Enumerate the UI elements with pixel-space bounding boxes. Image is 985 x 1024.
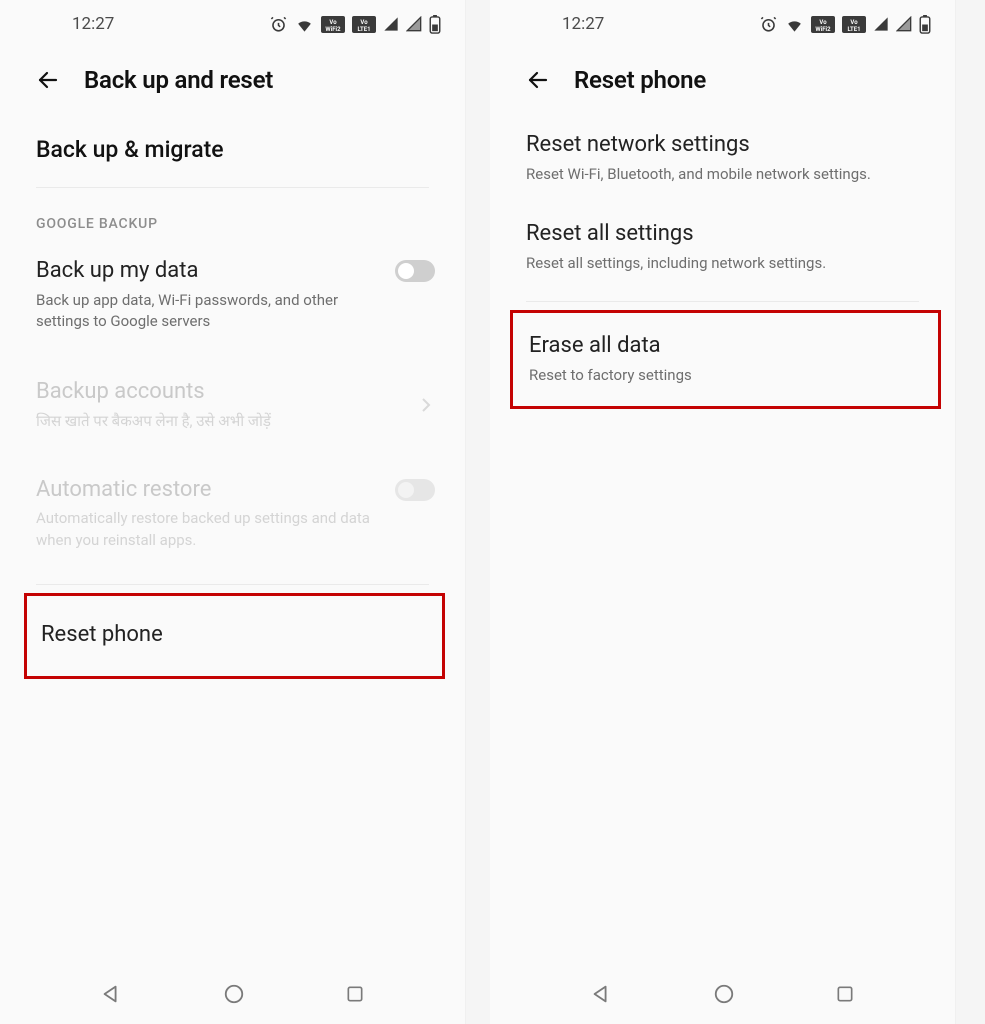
alarm-icon bbox=[269, 15, 288, 34]
svg-text:LTE1: LTE1 bbox=[357, 26, 370, 33]
nav-home-icon[interactable] bbox=[713, 983, 735, 1005]
backup-accounts-title: Backup accounts bbox=[36, 377, 429, 407]
reset-network-row[interactable]: Reset network settings Reset Wi-Fi, Blue… bbox=[490, 120, 955, 195]
settings-list: Back up & migrate GOOGLE BACKUP Back up … bbox=[0, 120, 465, 679]
backup-my-data-row[interactable]: Back up my data Back up app data, Wi-Fi … bbox=[0, 242, 465, 347]
nav-recents-icon[interactable] bbox=[835, 984, 855, 1004]
divider bbox=[36, 584, 429, 585]
status-time: 12:27 bbox=[72, 14, 114, 34]
backup-accounts-desc: जिस खाते पर बैकअप लेना है, उसे अभी जोड़े… bbox=[36, 411, 429, 433]
settings-list: Reset network settings Reset Wi-Fi, Blue… bbox=[490, 120, 955, 409]
reset-phone-highlight: Reset phone bbox=[24, 593, 445, 679]
reset-network-desc: Reset Wi-Fi, Bluetooth, and mobile netwo… bbox=[526, 164, 919, 186]
nav-recents-icon[interactable] bbox=[345, 984, 365, 1004]
signal2-icon bbox=[896, 16, 912, 32]
page-header: Reset phone bbox=[490, 48, 955, 120]
reset-network-title: Reset network settings bbox=[526, 130, 919, 160]
page-title: Back up and reset bbox=[84, 66, 273, 94]
svg-text:Vo: Vo bbox=[850, 19, 858, 26]
nav-home-icon[interactable] bbox=[223, 983, 245, 1005]
backup-my-data-title: Back up my data bbox=[36, 256, 377, 286]
back-arrow-icon[interactable] bbox=[526, 68, 550, 92]
page-title: Reset phone bbox=[574, 66, 706, 94]
reset-all-settings-desc: Reset all settings, including network se… bbox=[526, 253, 919, 275]
erase-all-data-highlight: Erase all data Reset to factory settings bbox=[510, 310, 941, 409]
volte1-icon: VoLTE1 bbox=[842, 16, 866, 33]
svg-text:WiFi2: WiFi2 bbox=[815, 26, 831, 33]
wifi-icon bbox=[295, 15, 314, 34]
automatic-restore-row: Automatic restore Automatically restore … bbox=[0, 461, 465, 566]
signal2-icon bbox=[406, 16, 422, 32]
battery-icon bbox=[429, 15, 441, 34]
automatic-restore-toggle bbox=[395, 479, 435, 501]
back-arrow-icon[interactable] bbox=[36, 68, 60, 92]
status-icons: VoWiFi2 VoLTE1 bbox=[269, 15, 441, 34]
divider bbox=[36, 187, 429, 188]
backup-my-data-toggle[interactable] bbox=[395, 260, 435, 282]
backup-my-data-desc: Back up app data, Wi-Fi passwords, and o… bbox=[36, 290, 377, 334]
status-icons: VoWiFi2 VoLTE1 bbox=[759, 15, 931, 34]
volte1-icon: VoLTE1 bbox=[352, 16, 376, 33]
status-bar: 12:27 VoWiFi2 VoLTE1 bbox=[0, 0, 465, 48]
backup-migrate-label: Back up & migrate bbox=[36, 134, 429, 165]
svg-text:WiFi2: WiFi2 bbox=[325, 26, 341, 33]
divider bbox=[526, 301, 919, 302]
vowifi2-icon: VoWiFi2 bbox=[321, 16, 345, 33]
navigation-bar bbox=[490, 964, 955, 1024]
svg-text:LTE1: LTE1 bbox=[847, 26, 860, 33]
signal1-icon bbox=[383, 16, 399, 32]
navigation-bar bbox=[0, 964, 465, 1024]
chevron-right-icon bbox=[421, 397, 431, 413]
status-time: 12:27 bbox=[562, 14, 604, 34]
erase-all-data-title: Erase all data bbox=[529, 331, 922, 361]
svg-text:Vo: Vo bbox=[329, 19, 337, 26]
svg-text:Vo: Vo bbox=[360, 19, 368, 26]
screen-reset-phone: 12:27 VoWiFi2 VoLTE1 Reset phone Reset n… bbox=[490, 0, 956, 1024]
automatic-restore-desc: Automatically restore backed up settings… bbox=[36, 508, 377, 552]
screen-backup-and-reset: 12:27 VoWiFi2 VoLTE1 Back up and reset B… bbox=[0, 0, 466, 1024]
erase-all-data-row[interactable]: Erase all data Reset to factory settings bbox=[513, 313, 938, 406]
google-backup-section-label: GOOGLE BACKUP bbox=[0, 196, 465, 242]
reset-all-settings-row[interactable]: Reset all settings Reset all settings, i… bbox=[490, 209, 955, 284]
backup-migrate-row[interactable]: Back up & migrate bbox=[0, 120, 465, 179]
status-bar: 12:27 VoWiFi2 VoLTE1 bbox=[490, 0, 955, 48]
battery-icon bbox=[919, 15, 931, 34]
reset-phone-label: Reset phone bbox=[41, 620, 428, 650]
reset-phone-row[interactable]: Reset phone bbox=[27, 596, 442, 676]
vowifi2-icon: VoWiFi2 bbox=[811, 16, 835, 33]
automatic-restore-title: Automatic restore bbox=[36, 475, 377, 505]
nav-back-icon[interactable] bbox=[100, 983, 122, 1005]
alarm-icon bbox=[759, 15, 778, 34]
page-header: Back up and reset bbox=[0, 48, 465, 120]
backup-accounts-row: Backup accounts जिस खाते पर बैकअप लेना ह… bbox=[0, 363, 465, 446]
reset-all-settings-title: Reset all settings bbox=[526, 219, 919, 249]
erase-all-data-desc: Reset to factory settings bbox=[529, 365, 922, 387]
signal1-icon bbox=[873, 16, 889, 32]
svg-text:Vo: Vo bbox=[819, 19, 827, 26]
wifi-icon bbox=[785, 15, 804, 34]
nav-back-icon[interactable] bbox=[590, 983, 612, 1005]
